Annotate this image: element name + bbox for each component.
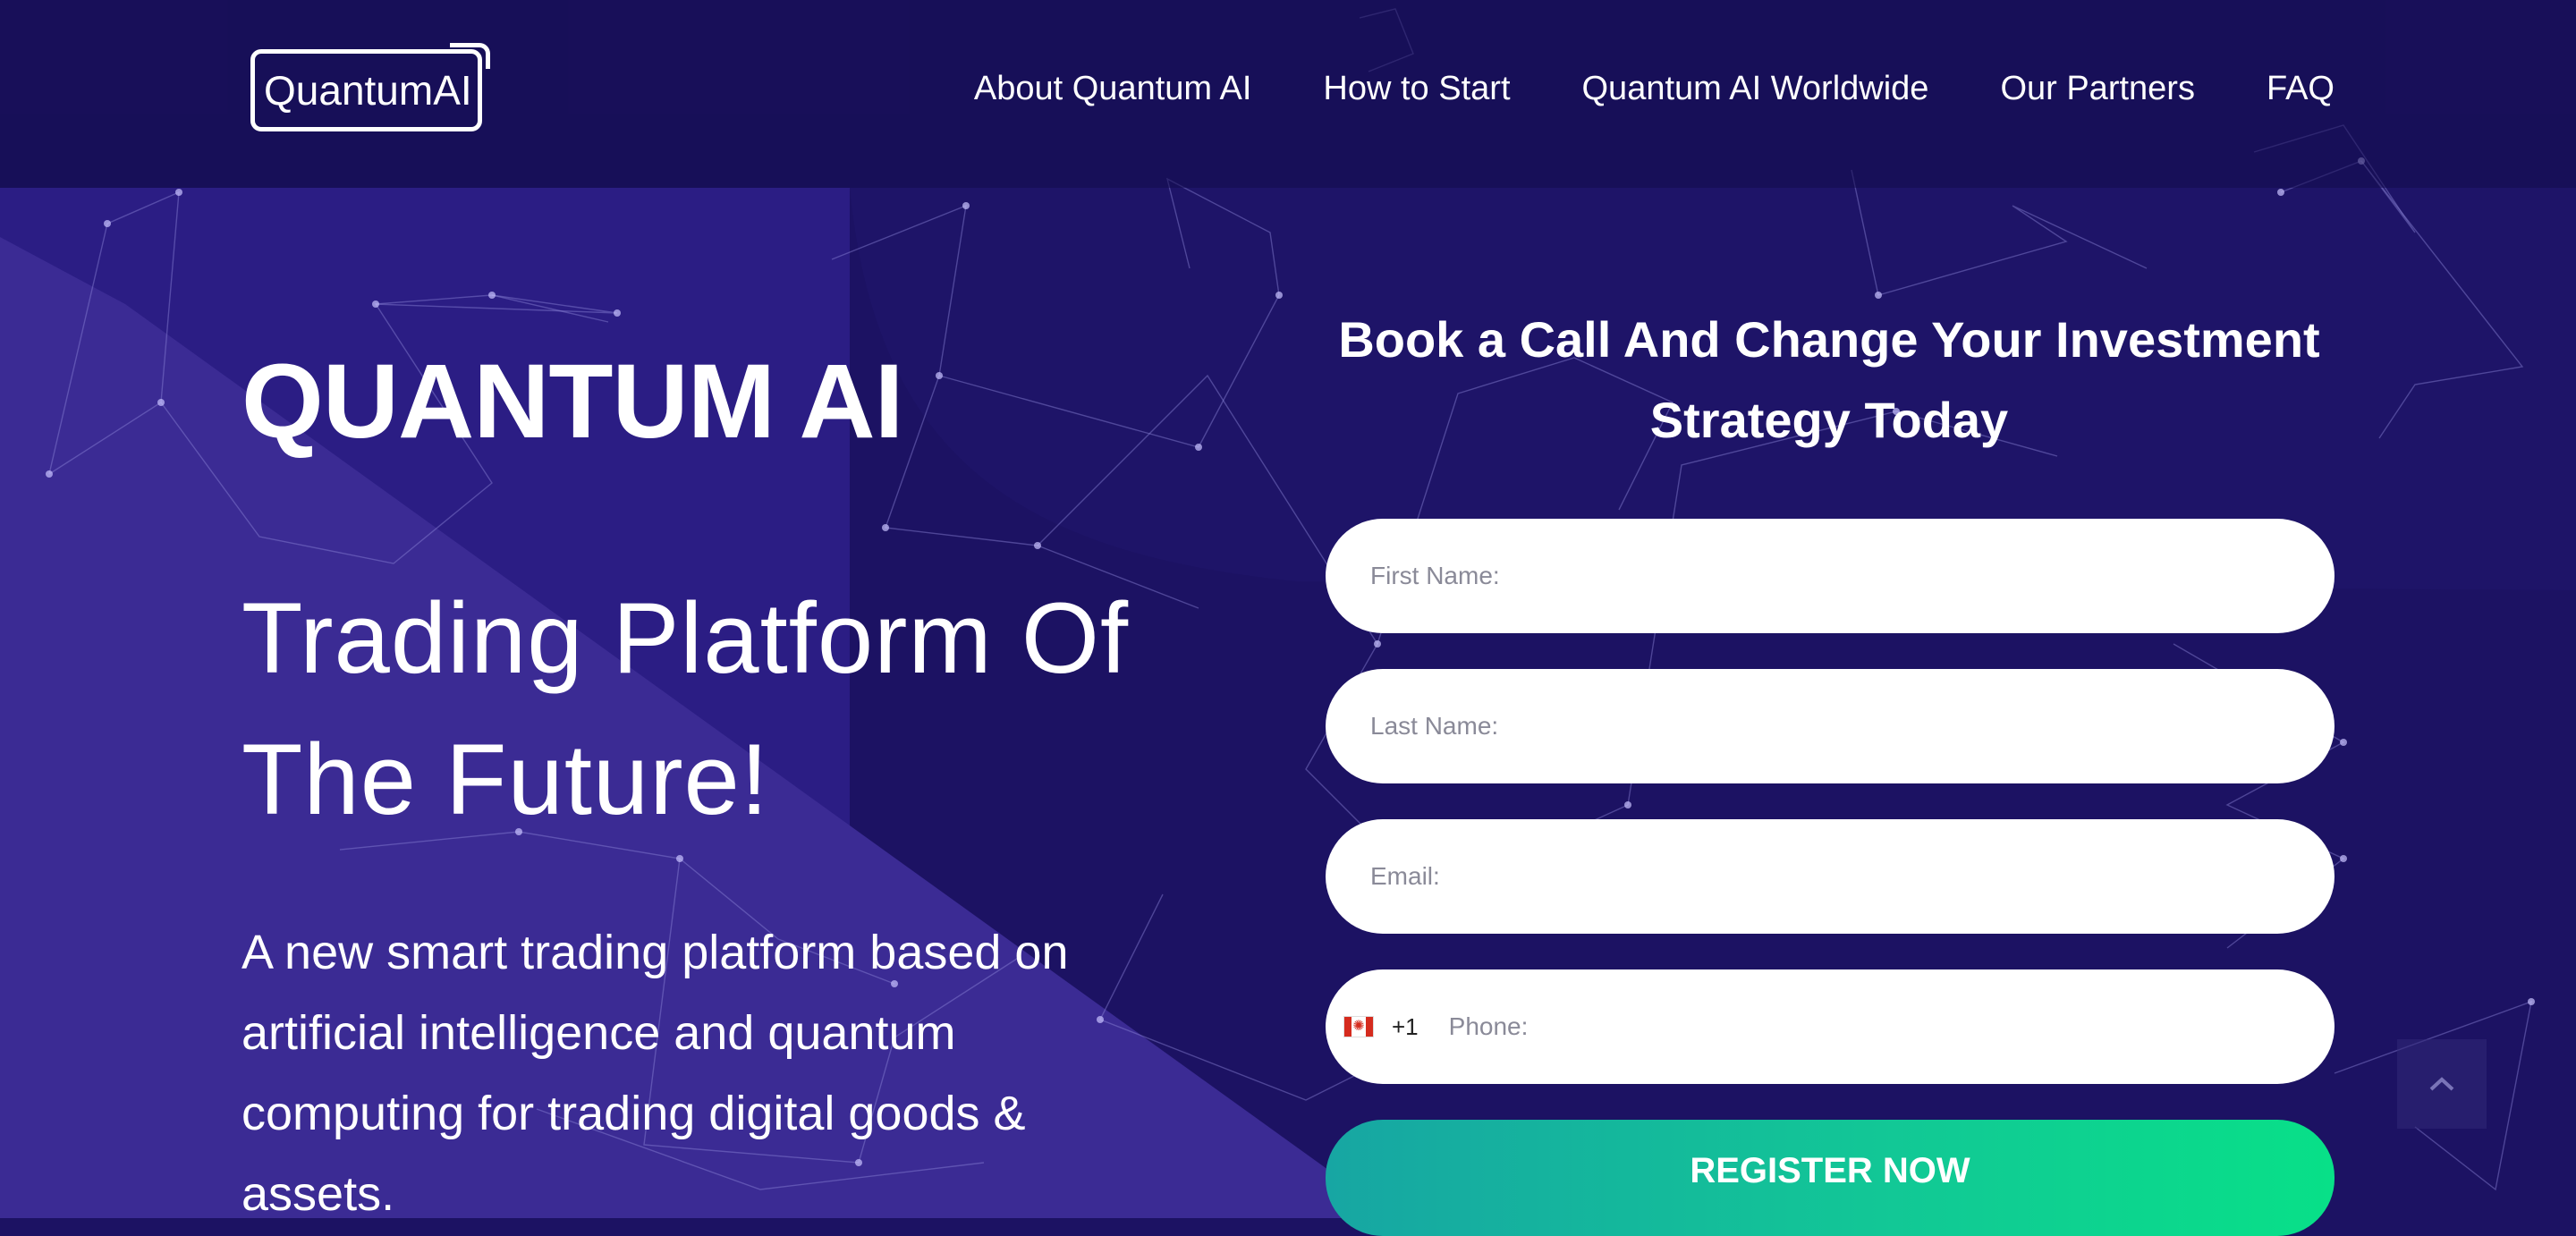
logo-text: QuantumAI xyxy=(264,67,472,114)
nav-item-how-to-start[interactable]: How to Start xyxy=(1323,70,1510,108)
nav-item-faq[interactable]: FAQ xyxy=(2267,70,2334,108)
logo-wallet-icon: QuantumAI xyxy=(250,43,490,131)
register-button[interactable]: REGISTER NOW xyxy=(1326,1120,2334,1236)
phone-field-group: ✺ +1 xyxy=(1326,969,2334,1085)
nav-item-about[interactable]: About Quantum AI xyxy=(974,70,1252,108)
phone-field[interactable] xyxy=(1446,969,2334,1085)
hero-description: A new smart trading platform based on ar… xyxy=(242,926,1069,1221)
nav-item-worldwide[interactable]: Quantum AI Worldwide xyxy=(1582,70,1929,108)
last-name-field[interactable] xyxy=(1326,669,2334,783)
site-header: QuantumAI About Quantum AI How to Start … xyxy=(0,0,2576,188)
first-name-field[interactable] xyxy=(1326,519,2334,633)
canada-flag-icon[interactable]: ✺ xyxy=(1343,1016,1374,1037)
main-nav: About Quantum AI How to Start Quantum AI… xyxy=(974,70,2334,108)
hero-subtitle: Trading Platform Of The Future! xyxy=(242,582,1130,835)
chevron-up-icon xyxy=(2429,1077,2454,1091)
nav-item-partners[interactable]: Our Partners xyxy=(2000,70,2195,108)
site-logo[interactable]: QuantumAI xyxy=(250,43,490,131)
phone-country-code: +1 xyxy=(1392,1012,1419,1040)
form-title: Book a Call And Change Your Investment S… xyxy=(1338,311,2320,448)
email-field[interactable] xyxy=(1326,819,2334,934)
scroll-to-top-button[interactable] xyxy=(2397,1039,2487,1129)
hero-title: QUANTUM AI xyxy=(242,343,903,461)
